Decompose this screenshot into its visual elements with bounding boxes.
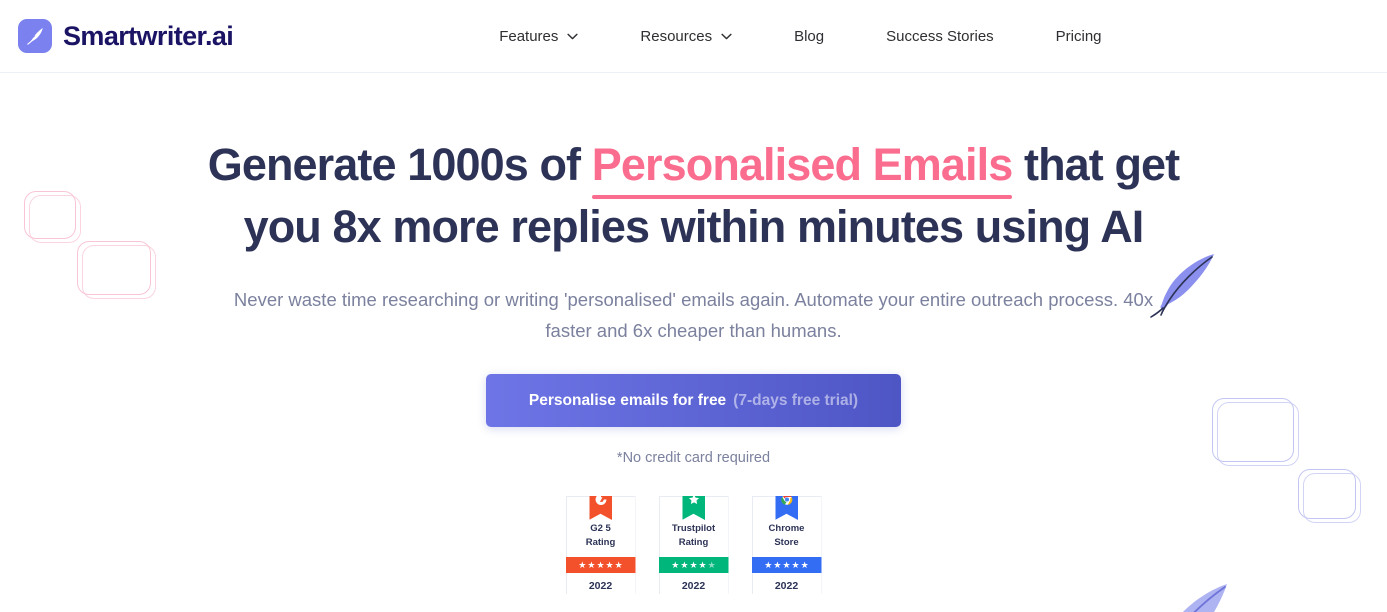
nav-label-pricing: Pricing xyxy=(1055,27,1102,45)
decorative-square-pink-2 xyxy=(77,241,151,295)
chevron-down-icon xyxy=(567,33,579,39)
decorative-square-pink-1 xyxy=(24,191,76,239)
badge-trustpilot-year: 2022 xyxy=(681,580,706,592)
badge-trustpilot-stars: ★ ★ ★ ★ ★ xyxy=(658,557,729,573)
personalise-emails-cta-button[interactable]: Personalise emails for free (7-days free… xyxy=(486,374,901,427)
no-credit-card-note: *No credit card required xyxy=(616,450,771,466)
nav-label-features: Features xyxy=(499,27,559,45)
badge-trustpilot-title-line2: Rating xyxy=(678,537,709,548)
brand-logo-link[interactable]: Smartwriter.ai xyxy=(18,19,234,53)
badge-g2-title-line2: Rating xyxy=(585,537,616,548)
cta-label: Personalise emails for free xyxy=(528,391,727,409)
decorative-square-purple-2-shadow xyxy=(1303,473,1361,523)
badge-g2-title: G2 5 Rating xyxy=(567,512,635,557)
nav-item-success-stories[interactable]: Success Stories xyxy=(886,22,994,51)
hero-subheading: Never waste time researching or writing … xyxy=(233,289,1154,341)
rating-badges: G2 5 Rating ★ ★ ★ ★ ★ 2022 Trustpilot Rating xyxy=(194,496,1194,607)
chevron-down-icon xyxy=(721,33,732,39)
cta-container: Personalise emails for free (7-days free… xyxy=(194,374,1194,427)
badge-g2-stars: ★ ★ ★ ★ ★ xyxy=(565,557,636,573)
badge-g2-year: 2022 xyxy=(588,580,613,592)
nav-item-features[interactable]: Features xyxy=(499,22,579,51)
badge-trustpilot-title: Trustpilot Rating xyxy=(660,512,728,557)
badge-chrome-store-stars: ★ ★ ★ ★ ★ xyxy=(751,557,822,573)
headline-line-2: you 8x more replies within minutes using… xyxy=(243,201,1145,252)
decorative-square-purple-1-shadow xyxy=(1217,402,1299,466)
headline-accent: Personalised Emails xyxy=(591,135,1013,199)
hero-section: Generate 1000s of Personalised Emails th… xyxy=(0,73,1387,612)
badge-chrome-store[interactable]: Chrome Store ★ ★ ★ ★ ★ 2022 xyxy=(751,496,822,607)
badge-chrome-store-year: 2022 xyxy=(774,580,799,592)
nav-item-blog[interactable]: Blog xyxy=(794,22,824,51)
decorative-square-pink-2-shadow xyxy=(82,245,156,299)
site-header: Smartwriter.ai Features Resources Blog S… xyxy=(0,0,1387,73)
headline-part-2: that get xyxy=(1023,139,1180,190)
feather-icon xyxy=(18,19,52,53)
badge-trustpilot[interactable]: Trustpilot Rating ★ ★ ★ ★ ★ 2022 xyxy=(658,496,729,607)
hero-content: Generate 1000s of Personalised Emails th… xyxy=(194,73,1194,607)
nav-label-blog: Blog xyxy=(794,27,825,45)
nav-item-resources[interactable]: Resources xyxy=(640,22,732,51)
main-navigation: Features Resources Blog Success Stories … xyxy=(499,22,1101,51)
cta-sublabel: (7-days free trial) xyxy=(733,391,859,409)
badge-chrome-store-title-line2: Store xyxy=(774,537,799,548)
badge-g2[interactable]: G2 5 Rating ★ ★ ★ ★ ★ 2022 xyxy=(565,496,636,607)
badge-chrome-store-title-line1: Chrome xyxy=(768,523,805,534)
page-title: Generate 1000s of Personalised Emails th… xyxy=(194,135,1194,257)
nav-item-pricing[interactable]: Pricing xyxy=(1056,22,1102,51)
brand-name: Smartwriter.ai xyxy=(63,20,234,51)
nav-label-success-stories: Success Stories xyxy=(886,27,994,45)
decorative-square-pink-1-shadow xyxy=(29,195,81,243)
decorative-square-purple-2 xyxy=(1298,469,1356,519)
badge-chrome-store-title: Chrome Store xyxy=(753,512,821,557)
badge-trustpilot-title-line1: Trustpilot xyxy=(671,523,716,534)
headline-part-1: Generate 1000s of xyxy=(207,139,581,190)
badge-g2-title-line1: G2 5 xyxy=(590,523,611,534)
decorative-square-purple-1 xyxy=(1212,398,1294,462)
nav-label-resources: Resources xyxy=(640,27,713,45)
